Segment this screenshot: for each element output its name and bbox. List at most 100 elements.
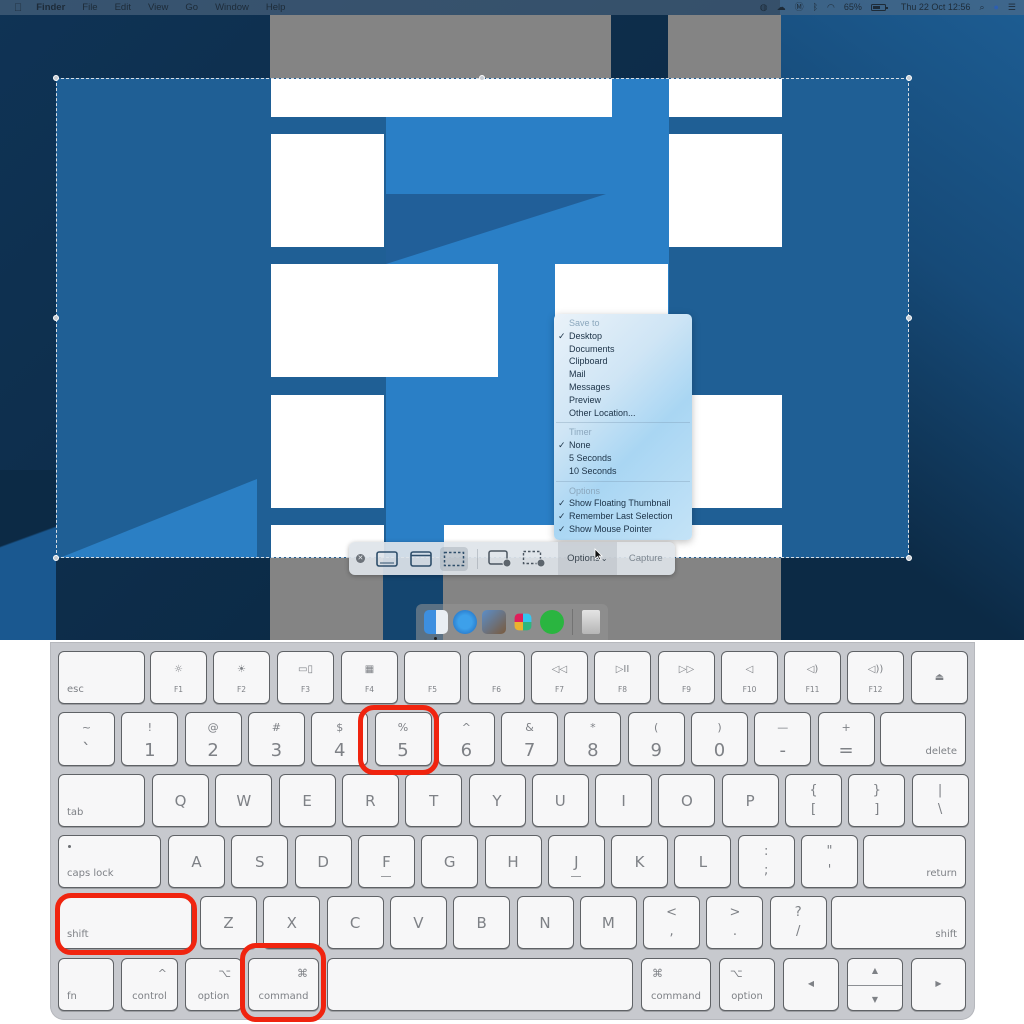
key-f11[interactable]: ◁) F11 bbox=[784, 651, 841, 704]
key-arrow-up-down[interactable]: ▲ ▼ bbox=[847, 958, 903, 1011]
key-caps-lock[interactable]: caps lock bbox=[58, 835, 161, 888]
menu-app-name[interactable]: Finder bbox=[36, 2, 65, 13]
key-bracket-0[interactable]: {[ bbox=[785, 774, 842, 827]
key-f12[interactable]: ◁)) F12 bbox=[847, 651, 904, 704]
spotlight-search-icon[interactable]: ⌕ bbox=[979, 0, 984, 15]
dock-slack-icon[interactable] bbox=[514, 613, 531, 631]
key-w[interactable]: W bbox=[215, 774, 273, 827]
key-delete[interactable]: delete bbox=[880, 712, 966, 766]
key-g[interactable]: G bbox=[421, 835, 479, 888]
key-5[interactable]: % 5 bbox=[374, 712, 432, 766]
siri-icon[interactable]: ● bbox=[993, 0, 998, 15]
key-l[interactable]: L bbox=[674, 835, 732, 888]
menu-item-show-mouse-pointer[interactable]: ✓ Show Mouse Pointer bbox=[554, 523, 692, 536]
key-f[interactable]: F bbox=[357, 835, 415, 888]
key-right-option[interactable]: ⌥ option bbox=[719, 958, 775, 1011]
key-o[interactable]: O bbox=[658, 774, 716, 827]
menu-window[interactable]: Window bbox=[215, 2, 249, 13]
key-punct-bottom-2[interactable]: ? / bbox=[769, 896, 827, 949]
key-x[interactable]: X bbox=[263, 896, 321, 949]
key-7[interactable]: & 7 bbox=[501, 712, 559, 766]
key-arrow-left[interactable]: ◀ bbox=[783, 958, 839, 1011]
capture-selection-area[interactable] bbox=[56, 78, 909, 558]
selection-handle-left[interactable] bbox=[53, 315, 59, 321]
key-m[interactable]: M bbox=[579, 896, 637, 949]
key-6[interactable]: ^ 6 bbox=[437, 712, 495, 766]
malwarebytes-icon[interactable]: Ⓜ bbox=[795, 0, 804, 15]
key-j[interactable]: J bbox=[547, 835, 605, 888]
key-y[interactable]: Y bbox=[468, 774, 526, 827]
key-b[interactable]: B bbox=[453, 896, 511, 949]
menu-item-timer-none[interactable]: ✓ None bbox=[554, 439, 692, 452]
dock-preview-icon[interactable] bbox=[481, 610, 506, 634]
key-k[interactable]: K bbox=[611, 835, 669, 888]
selection-handle-top-left[interactable] bbox=[53, 75, 59, 81]
key-arrow-right[interactable]: ▶ bbox=[911, 958, 966, 1011]
key-d[interactable]: D bbox=[294, 835, 352, 888]
menu-view[interactable]: View bbox=[148, 2, 168, 13]
key-f1[interactable]: ☼ F1 bbox=[150, 651, 207, 704]
bluetooth-icon[interactable]: ᛒ bbox=[813, 0, 818, 15]
key-a[interactable]: A bbox=[168, 835, 225, 888]
key-f10[interactable]: ◁ F10 bbox=[721, 651, 778, 704]
clock[interactable]: Thu 22 Oct 12:56 bbox=[901, 0, 971, 15]
battery-percent[interactable]: 65% bbox=[844, 0, 862, 15]
dock-trash-icon[interactable] bbox=[581, 610, 600, 634]
key-left-command[interactable]: ⌘ command bbox=[248, 958, 319, 1011]
key-right-command[interactable]: ⌘ command bbox=[641, 958, 711, 1011]
menu-item-timer-10-seconds[interactable]: 10 Seconds bbox=[554, 465, 692, 478]
dock-whatsapp-icon[interactable] bbox=[539, 610, 564, 634]
selection-handle-right[interactable] bbox=[906, 315, 912, 321]
selection-handle-bottom-left[interactable] bbox=[53, 555, 59, 561]
status-app-icon[interactable]: ◍ bbox=[760, 0, 768, 15]
menu-item-documents[interactable]: Documents bbox=[554, 343, 692, 356]
dock-safari-icon[interactable] bbox=[452, 610, 477, 634]
key-f8[interactable]: ▷II F8 bbox=[594, 651, 651, 704]
options-button[interactable]: Options ⌄ bbox=[558, 542, 617, 575]
key-esc[interactable]: esc bbox=[58, 651, 145, 704]
key-`[interactable]: ~ ` bbox=[58, 712, 115, 766]
key-p[interactable]: P bbox=[721, 774, 779, 827]
capture-entire-screen-button[interactable] bbox=[374, 547, 401, 571]
wifi-icon[interactable]: ◠ bbox=[827, 0, 835, 15]
key-return[interactable]: return bbox=[863, 835, 966, 888]
record-entire-screen-button[interactable] bbox=[487, 547, 514, 571]
menu-item-mail[interactable]: Mail bbox=[554, 368, 692, 381]
menu-item-other-location[interactable]: Other Location... bbox=[554, 407, 692, 420]
menu-item-clipboard[interactable]: Clipboard bbox=[554, 355, 692, 368]
key-f4[interactable]: ▦ F4 bbox=[341, 651, 398, 704]
key-=[interactable]: + = bbox=[817, 712, 875, 766]
key-f7[interactable]: ◁◁ F7 bbox=[531, 651, 588, 704]
key-v[interactable]: V bbox=[389, 896, 447, 949]
selection-handle-bottom-right[interactable] bbox=[906, 555, 912, 561]
key-fn[interactable]: fn bbox=[58, 958, 114, 1011]
key-punct-0[interactable]: :; bbox=[737, 835, 795, 888]
menu-item-show-floating-thumbnail[interactable]: ✓ Show Floating Thumbnail bbox=[554, 497, 692, 510]
notification-center-icon[interactable]: ☰ bbox=[1008, 0, 1016, 15]
key-h[interactable]: H bbox=[484, 835, 542, 888]
key-r[interactable]: R bbox=[341, 774, 399, 827]
menu-edit[interactable]: Edit bbox=[115, 2, 131, 13]
selection-handle-top-right[interactable] bbox=[906, 75, 912, 81]
key-f3[interactable]: ▭▯ F3 bbox=[277, 651, 334, 704]
capture-selected-portion-button[interactable] bbox=[440, 546, 468, 571]
key-c[interactable]: C bbox=[326, 896, 384, 949]
key-space[interactable] bbox=[327, 958, 633, 1011]
selection-handle-top[interactable] bbox=[479, 75, 485, 81]
key-left-shift[interactable]: shift bbox=[58, 896, 192, 949]
capture-selected-window-button[interactable] bbox=[407, 547, 434, 571]
menu-item-preview[interactable]: Preview bbox=[554, 394, 692, 407]
key-s[interactable]: S bbox=[231, 835, 289, 888]
cloud-icon[interactable]: ☁ bbox=[777, 0, 786, 15]
key-right-shift[interactable]: shift bbox=[831, 896, 966, 949]
key-punct-bottom-0[interactable]: <, bbox=[643, 896, 701, 949]
key-bracket-1[interactable]: }] bbox=[848, 774, 906, 827]
capture-button[interactable]: Capture bbox=[617, 542, 675, 575]
close-toolbar-button[interactable]: ✕ bbox=[356, 554, 365, 563]
key-9[interactable]: (9 bbox=[627, 712, 685, 766]
battery-icon[interactable] bbox=[870, 4, 888, 11]
key-e[interactable]: E bbox=[278, 774, 336, 827]
record-selected-portion-button[interactable] bbox=[520, 547, 547, 571]
menu-file[interactable]: File bbox=[82, 2, 97, 13]
key-z[interactable]: Z bbox=[200, 896, 257, 949]
